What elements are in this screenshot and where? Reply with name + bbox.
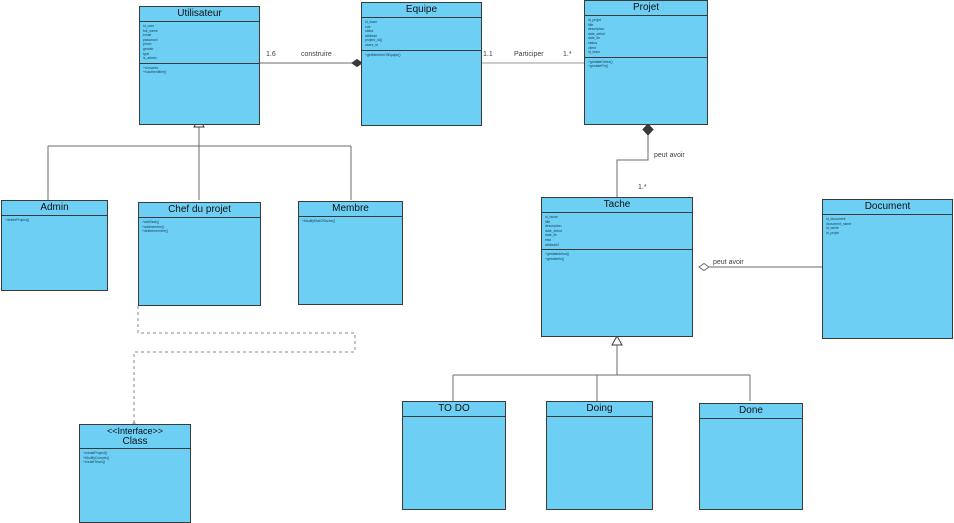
class-title-document: Document bbox=[823, 200, 952, 215]
class-attributes-todo bbox=[403, 417, 505, 427]
class-title-utilisateur: Utilisateur bbox=[140, 7, 259, 22]
class-box-done[interactable]: Done bbox=[699, 403, 803, 510]
multiplicity-projet-tache-target: 1.* bbox=[638, 184, 647, 191]
class-attributes-equipe: id_team role statut attribute project_id… bbox=[362, 18, 481, 51]
class-box-todo[interactable]: TO DO bbox=[402, 401, 506, 510]
class-operations-equipe: +getMembreOfEquipe() bbox=[362, 51, 481, 61]
class-title-projet: Projet bbox=[585, 1, 707, 16]
class-title-equipe: Equipe bbox=[362, 3, 481, 18]
class-operations-tache: +getdatedebut() +getdatefin() bbox=[542, 250, 692, 263]
class-title-tache: Tache bbox=[542, 198, 692, 213]
relation-label-tache-document: peut avoir bbox=[713, 259, 744, 266]
class-box-projet[interactable]: Projet id_projet title description date_… bbox=[584, 0, 708, 125]
class-operations-admin: +deleteProject() bbox=[2, 216, 107, 226]
class-diagram-canvas: Utilisateur id_user full_name email pass… bbox=[0, 0, 954, 523]
relation-label-construire: construire bbox=[301, 51, 332, 58]
class-title-admin: Admin bbox=[2, 201, 107, 216]
multiplicity-participer-target: 1.* bbox=[563, 51, 572, 58]
attribute: users_id bbox=[365, 42, 378, 47]
class-attributes-document: id_document document_name id_tache id_pr… bbox=[823, 215, 952, 237]
class-operations-membre: +ModifyEtatOfTache() bbox=[299, 217, 402, 227]
attribute: attribute2 bbox=[545, 242, 560, 247]
interface-name: Class bbox=[122, 436, 148, 447]
class-attributes-projet: id_projet title description date_debut d… bbox=[585, 16, 707, 58]
class-attributes-utilisateur: id_user full_name email password photo g… bbox=[140, 22, 259, 64]
interface-stereotype: <<Interface>> bbox=[106, 426, 164, 436]
operation: +createTeam() bbox=[83, 460, 105, 465]
operation: +getMembreOfEquipe() bbox=[365, 52, 401, 57]
class-title-interface: <<Interface>> Class bbox=[80, 425, 190, 449]
operation: +s'authentifier() bbox=[143, 70, 167, 75]
operation: +deletemembre() bbox=[142, 229, 168, 234]
class-box-interface[interactable]: <<Interface>> Class +createProject() +Mo… bbox=[79, 424, 191, 523]
operation: +getdatefin() bbox=[545, 256, 565, 261]
class-box-tache[interactable]: Tache id_tache title description date_de… bbox=[541, 197, 693, 337]
class-attributes-done bbox=[700, 419, 802, 429]
class-attributes-doing bbox=[547, 417, 652, 427]
relation-label-participer: Participer bbox=[514, 51, 544, 58]
class-operations-chef-du-projet: +addTask() +addmembre() +deletemembre() bbox=[139, 218, 260, 236]
class-box-utilisateur[interactable]: Utilisateur id_user full_name email pass… bbox=[139, 6, 260, 125]
operation: +ModifyEtatOfTache() bbox=[302, 219, 335, 223]
class-attributes-tache: id_tache title description date_debut da… bbox=[542, 213, 692, 251]
class-operations-utilisateur: +s'inscrire +s'authentifier() bbox=[140, 64, 259, 77]
attribute: id_team bbox=[588, 50, 601, 55]
class-operations-projet: +getdateDebut() +getdateFin() bbox=[585, 58, 707, 71]
multiplicity-participer-source: 1.1 bbox=[483, 51, 493, 58]
class-title-membre: Membre bbox=[299, 202, 402, 217]
class-box-membre[interactable]: Membre +ModifyEtatOfTache() bbox=[298, 201, 403, 305]
relation-label-projet-tache: peut avoir bbox=[654, 152, 685, 159]
class-box-document[interactable]: Document id_document document_name id_ta… bbox=[822, 199, 953, 339]
class-box-admin[interactable]: Admin +deleteProject() bbox=[1, 200, 108, 291]
class-box-equipe[interactable]: Equipe id_team role statut attribute pro… bbox=[361, 2, 482, 126]
class-box-doing[interactable]: Doing bbox=[546, 401, 653, 510]
class-title-todo: TO DO bbox=[403, 402, 505, 417]
class-box-chef-du-projet[interactable]: Chef du projet +addTask() +addmembre() +… bbox=[138, 202, 261, 306]
class-title-done: Done bbox=[700, 404, 802, 419]
operation: +deleteProject() bbox=[5, 218, 30, 222]
attribute: id_projet bbox=[826, 230, 840, 235]
operation: +getdateFin() bbox=[588, 64, 609, 69]
class-title-chef-du-projet: Chef du projet bbox=[139, 203, 260, 218]
multiplicity-construire-source: 1.6 bbox=[266, 51, 276, 58]
class-title-doing: Doing bbox=[547, 402, 652, 417]
class-operations-interface: +createProject() +ModifyCompte() +create… bbox=[80, 449, 190, 467]
attribute: is_admin bbox=[143, 56, 157, 61]
